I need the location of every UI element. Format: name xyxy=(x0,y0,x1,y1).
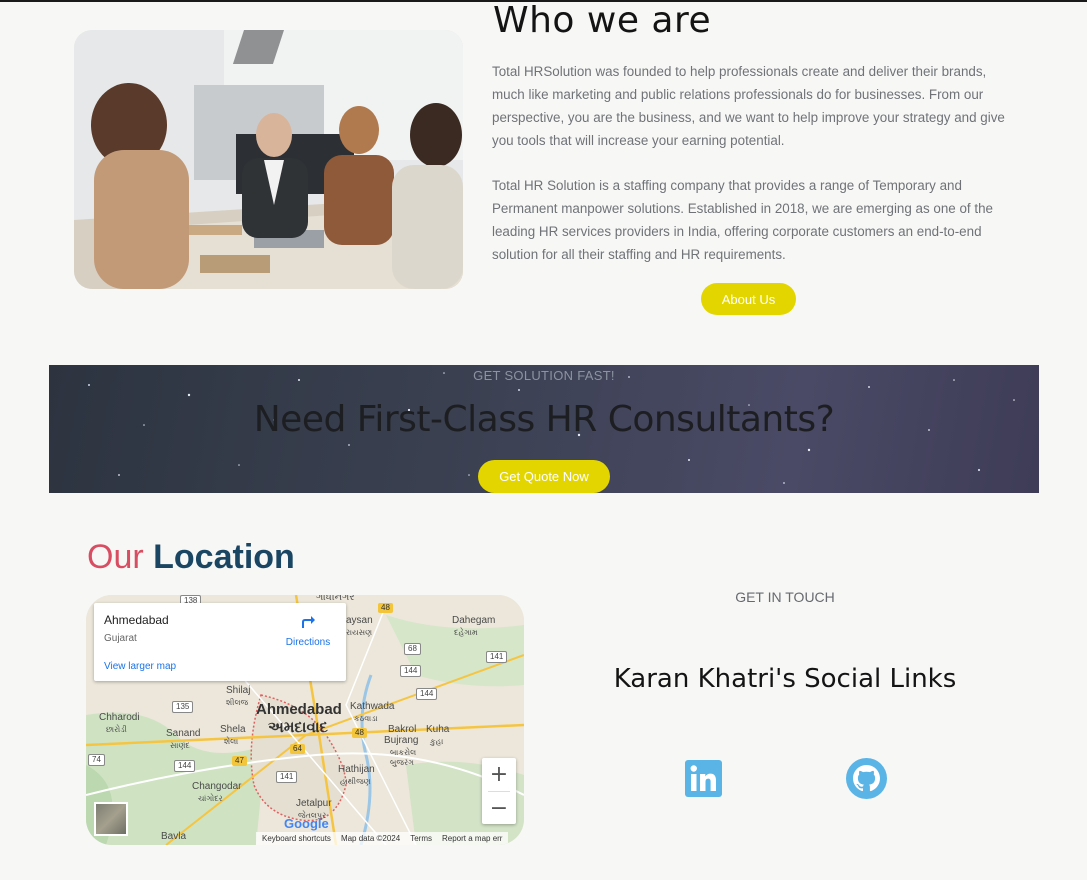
zoom-in-button[interactable]: + xyxy=(482,758,516,790)
google-logo-text: Google xyxy=(284,816,329,831)
get-quote-button[interactable]: Get Quote Now xyxy=(478,460,610,493)
map-label-chharodi-gu: છારોડી xyxy=(106,725,127,734)
route-shield: 64 xyxy=(290,744,305,754)
route-shield: 48 xyxy=(378,603,393,613)
route-shield: 144 xyxy=(416,688,438,700)
directions-button[interactable]: Directions xyxy=(280,613,336,648)
google-logo: Google xyxy=(284,816,329,831)
banner-title: Need First-Class HR Consultants? xyxy=(253,399,835,440)
location-title-main: Location xyxy=(153,538,295,576)
meeting-photo-illustration xyxy=(74,30,463,289)
terms-link[interactable]: Terms xyxy=(410,834,432,843)
about-paragraph-1: Total HRSolution was founded to help pro… xyxy=(492,64,1005,148)
map-label-jetalpur: Jetalpur xyxy=(296,798,332,809)
map-label-kuha-gu: કુહા xyxy=(430,737,444,746)
map-label-changodar-gu: ચાંગોદર xyxy=(198,794,223,803)
route-shield: 141 xyxy=(486,651,508,663)
map-label-hathijan: Hathijan xyxy=(338,764,375,775)
map-label-shela-gu: શેલા xyxy=(224,737,239,746)
map-label-bujrang-gu: બુજરંગ xyxy=(390,758,414,767)
map-label-raysan-gu: રાયસણ xyxy=(346,628,373,637)
location-title-prefix: Our xyxy=(87,538,144,576)
map-data-text: Map data ©2024 xyxy=(340,834,401,843)
cta-banner: GET SOLUTION FAST! Need First-Class HR C… xyxy=(49,365,1039,493)
map-label-hathijan-gu: હાથીજણ xyxy=(340,777,371,786)
route-shield: 47 xyxy=(232,756,247,766)
report-map-error-link[interactable]: Report a map err xyxy=(442,834,502,843)
map-footer: Keyboard shortcuts Map data ©2024 Terms … xyxy=(256,832,509,845)
github-link[interactable] xyxy=(846,758,887,799)
keyboard-shortcuts-link[interactable]: Keyboard shortcuts xyxy=(262,834,331,843)
route-shield: 141 xyxy=(276,771,298,783)
map-label-ahmedabad: Ahmedabad xyxy=(256,701,342,718)
who-we-are-title: Who we are xyxy=(493,0,712,41)
map-label-ahmedabad-gu: અમદાવાદ xyxy=(268,719,328,736)
map-label-bavla: Bavla xyxy=(161,831,187,842)
banner-eyebrow: GET SOLUTION FAST! xyxy=(473,368,615,383)
map-label-sanand-gu: સાણંદ xyxy=(170,741,190,750)
map-label-dahegam-gu: દહેગામ xyxy=(454,628,478,637)
map-place-name: Ahmedabad xyxy=(104,613,169,627)
route-shield: 74 xyxy=(88,754,105,766)
map-info-card: Ahmedabad Gujarat View larger map Direct… xyxy=(94,603,346,681)
map-label-shela: Shela xyxy=(220,724,246,735)
zoom-controls: + − xyxy=(482,758,516,824)
route-shield: 135 xyxy=(172,701,194,713)
map-label-bujrang: Bujrang xyxy=(384,735,419,746)
get-in-touch-label: GET IN TOUCH xyxy=(735,589,835,605)
social-links-title: Karan Khatri's Social Links xyxy=(613,664,957,694)
directions-label: Directions xyxy=(285,637,331,648)
view-larger-map-link[interactable]: View larger map xyxy=(104,661,176,672)
about-photo xyxy=(74,30,463,289)
map-label-sanand: Sanand xyxy=(166,728,201,739)
map-label-gandhinagar: ગાંધીનગર xyxy=(316,595,355,603)
route-shield: 68 xyxy=(404,643,421,655)
route-shield: 144 xyxy=(174,760,196,772)
map-region: Gujarat xyxy=(104,633,137,644)
map-label-kathwada: Kathwada xyxy=(350,701,395,712)
map-label-shilaj-gu: શીલજ xyxy=(226,698,249,707)
map-label-dahegam: Dahegam xyxy=(452,615,496,626)
map-label-raysan: aysan xyxy=(346,615,373,626)
github-icon xyxy=(846,758,887,799)
linkedin-icon xyxy=(685,760,722,797)
map-label-bakrol: Bakrol xyxy=(388,724,417,735)
map-label-shilaj: Shilaj xyxy=(226,685,251,696)
route-shield: 144 xyxy=(400,665,422,677)
map-label-kuha: Kuha xyxy=(426,724,450,735)
map-label-kathwada-gu: કઠવાડા xyxy=(354,714,378,723)
map-label-chharodi: Chharodi xyxy=(99,712,140,723)
route-shield: 48 xyxy=(352,728,367,738)
about-paragraph-2: Total HR Solution is a staffing company … xyxy=(492,178,993,262)
directions-icon xyxy=(302,616,315,628)
embedded-map[interactable]: ગાંધીનગર Dahegam દહેગામ aysan રાયસણ Shil… xyxy=(86,595,524,845)
about-us-button[interactable]: About Us xyxy=(701,283,796,315)
zoom-out-button[interactable]: − xyxy=(482,792,516,824)
linkedin-link[interactable] xyxy=(685,760,722,797)
map-label-changodar: Changodar xyxy=(192,781,242,792)
location-title: Our Location xyxy=(87,538,295,577)
satellite-toggle[interactable] xyxy=(94,802,128,836)
